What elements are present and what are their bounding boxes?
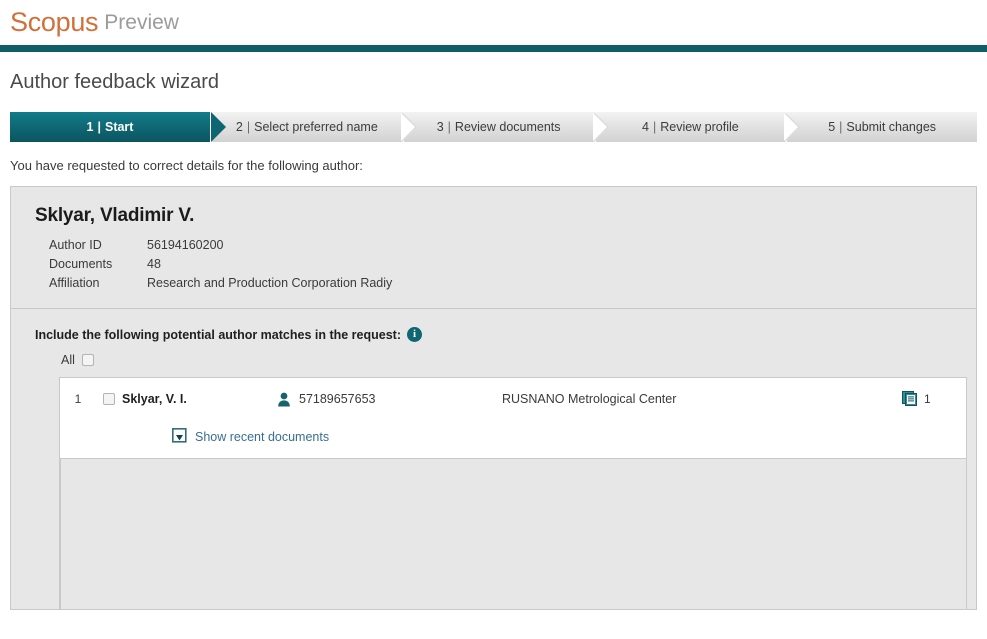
wizard-step-4-review-profile[interactable]: 4 | Review profile xyxy=(595,112,801,142)
step-number: 3 xyxy=(436,120,444,134)
documents-icon xyxy=(902,391,919,407)
step-number: 2 xyxy=(235,120,243,134)
step-label: Submit changes xyxy=(846,120,937,134)
select-all-label: All xyxy=(61,353,75,367)
affiliation-label: Affiliation xyxy=(49,275,100,290)
author-id-label: Author ID xyxy=(49,237,102,252)
step-separator: | xyxy=(97,120,101,134)
step-number: 5 xyxy=(828,120,836,134)
documents-value: 48 xyxy=(147,256,161,271)
row-checkbox[interactable] xyxy=(103,393,115,405)
step-number: 4 xyxy=(642,120,649,134)
matches-heading-text: Include the following potential author m… xyxy=(35,327,401,342)
author-name: Sklyar, Vladimir V. xyxy=(35,205,195,226)
step-label: Review documents xyxy=(454,120,561,134)
row-author-id-cell: 57189657653 xyxy=(277,392,502,407)
info-icon[interactable]: i xyxy=(407,327,422,342)
results-empty-area xyxy=(60,458,966,609)
person-icon xyxy=(277,392,291,407)
step-chevron-inner-icon xyxy=(784,113,799,141)
wizard-step-5-submit-changes[interactable]: 5 | Submit changes xyxy=(787,112,977,142)
step-separator: | xyxy=(447,120,451,134)
wizard-step-2-select-preferred-name[interactable]: 2 | Select preferred name xyxy=(212,112,417,142)
brand-header: Scopus Preview xyxy=(0,0,987,45)
preview-label: Preview xyxy=(104,11,179,34)
intro-text: You have requested to correct details fo… xyxy=(10,158,363,173)
author-summary: Sklyar, Vladimir V. Author ID 5619416020… xyxy=(11,187,976,309)
author-id-value: 56194160200 xyxy=(147,237,224,252)
wizard-step-1-start[interactable]: 1 | Start xyxy=(10,112,226,142)
row-document-count: 1 xyxy=(924,392,931,406)
header-rule xyxy=(0,45,987,52)
select-all-checkbox[interactable] xyxy=(81,354,94,366)
author-detail-row: Documents 48 xyxy=(35,254,392,273)
author-detail-list: Author ID 56194160200 Documents 48 Affil… xyxy=(35,235,392,292)
row-checkbox-cell[interactable] xyxy=(96,393,122,405)
step-separator: | xyxy=(652,120,657,134)
step-chevron-inner-icon xyxy=(400,113,415,141)
show-recent-documents-row[interactable]: Show recent documents xyxy=(60,414,966,458)
potential-matches-section: Include the following potential author m… xyxy=(11,309,976,609)
scopus-logo[interactable]: Scopus xyxy=(10,9,99,36)
row-author-name[interactable]: Sklyar, V. I. xyxy=(122,392,277,406)
step-chevron-icon xyxy=(211,112,226,142)
wizard-steps: 1 | Start 2 | Select preferred name 3 | … xyxy=(10,112,977,142)
affiliation-value: Research and Production Corporation Radi… xyxy=(147,275,393,290)
wizard-step-3-review-documents[interactable]: 3 | Review documents xyxy=(403,112,609,142)
show-recent-documents-link[interactable]: Show recent documents xyxy=(195,430,329,444)
page-title: Author feedback wizard xyxy=(10,71,220,93)
step-label: Review profile xyxy=(660,120,739,134)
step-label: Start xyxy=(104,120,134,134)
select-all-row[interactable]: All xyxy=(61,353,976,367)
step-chevron-inner-icon xyxy=(592,113,607,141)
matches-heading: Include the following potential author m… xyxy=(35,327,976,342)
documents-label: Documents xyxy=(49,256,113,271)
author-detail-row: Author ID 56194160200 xyxy=(35,235,392,254)
step-number: 1 xyxy=(86,120,94,134)
step-label: Select preferred name xyxy=(254,120,378,134)
matches-results-list: 1 Sklyar, V. I. 57189657653 RUSNANO Metr… xyxy=(59,377,967,609)
step-separator: | xyxy=(246,120,251,134)
row-index: 1 xyxy=(74,392,82,406)
row-affiliation: RUSNANO Metrological Center xyxy=(502,392,677,406)
author-panel: Sklyar, Vladimir V. Author ID 5619416020… xyxy=(10,186,977,610)
step-separator: | xyxy=(839,120,843,134)
table-row[interactable]: 1 Sklyar, V. I. 57189657653 RUSNANO Metr… xyxy=(60,378,966,414)
row-author-id: 57189657653 xyxy=(299,392,376,406)
show-documents-icon xyxy=(172,428,187,446)
author-detail-row: Affiliation Research and Production Corp… xyxy=(35,273,392,292)
row-documents-cell[interactable]: 1 xyxy=(902,391,966,407)
